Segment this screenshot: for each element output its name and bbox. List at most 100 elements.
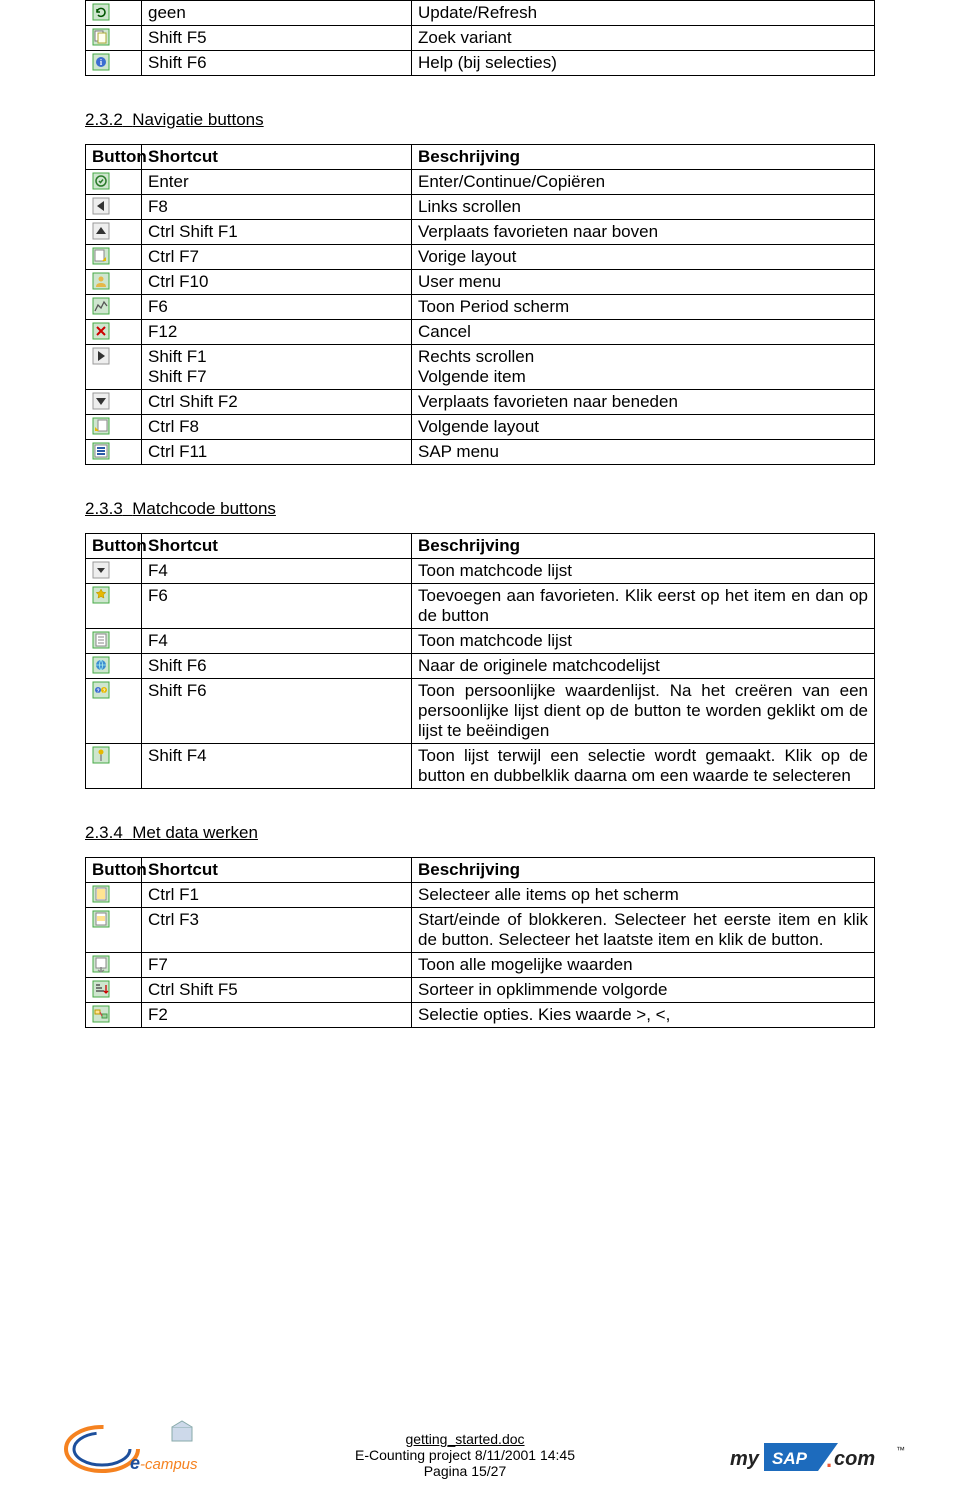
shortcut: F7 [142, 953, 412, 978]
col-desc: Beschrijving [412, 145, 875, 170]
add-fav-icon [92, 586, 110, 604]
col-button: Button [86, 145, 142, 170]
desc: Toon matchcode lijst [412, 629, 875, 654]
icon-cell [86, 559, 142, 584]
shortcut: Shift F4 [142, 744, 412, 789]
table-row: i Shift F6 Help (bij selecties) [86, 51, 875, 76]
col-button: Button [86, 534, 142, 559]
sel-opts-icon [92, 1005, 110, 1023]
up-icon [92, 222, 110, 240]
col-button: Button [86, 858, 142, 883]
table-row: F7 Toon alle mogelijke waarden [86, 953, 875, 978]
icon-cell [86, 270, 142, 295]
shortcut: Enter [142, 170, 412, 195]
table-row: F12 Cancel [86, 320, 875, 345]
refresh-icon [92, 3, 110, 21]
table-row: geen Update/Refresh [86, 1, 875, 26]
matchcode-buttons-table: Button Shortcut Beschrijving F4 Toon mat… [85, 533, 875, 789]
icon-cell [86, 195, 142, 220]
col-desc: Beschrijving [412, 534, 875, 559]
shortcut: Shift F6 [142, 654, 412, 679]
section-heading: 2.3.2 Navigatie buttons [85, 110, 875, 130]
table-row: F6 Toon Period scherm [86, 295, 875, 320]
col-desc: Beschrijving [412, 858, 875, 883]
next-layout-icon [92, 417, 110, 435]
footer-doc: getting_started.doc [355, 1431, 575, 1447]
icon-cell [86, 390, 142, 415]
block-icon [92, 910, 110, 928]
shortcut: F4 [142, 559, 412, 584]
table-row: F4 Toon matchcode lijst [86, 629, 875, 654]
table-row: Enter Enter/Continue/Copiëren [86, 170, 875, 195]
shortcut: Ctrl Shift F1 [142, 220, 412, 245]
desc: Help (bij selecties) [412, 51, 875, 76]
icon-cell [86, 744, 142, 789]
shortcut: geen [142, 1, 412, 26]
section-heading: 2.3.3 Matchcode buttons [85, 499, 875, 519]
svg-text:?: ? [96, 689, 99, 695]
icon-cell [86, 245, 142, 270]
table-header-row: Button Shortcut Beschrijving [86, 858, 875, 883]
footer-page: Pagina 15/27 [355, 1463, 575, 1479]
cancel-icon [92, 322, 110, 340]
shortcut: F12 [142, 320, 412, 345]
desc: Start/einde of blokkeren. Selecteer het … [412, 908, 875, 953]
icon-cell [86, 170, 142, 195]
shortcut: Shift F1 Shift F7 [142, 345, 412, 390]
table-row: F4 Toon matchcode lijst [86, 559, 875, 584]
table-row: Shift F6 Naar de originele matchcodelijs… [86, 654, 875, 679]
icon-cell: ?? [86, 679, 142, 744]
icon-cell [86, 908, 142, 953]
variant-icon [92, 28, 110, 46]
shortcut: F8 [142, 195, 412, 220]
icon-cell: i [86, 51, 142, 76]
list-icon [92, 631, 110, 649]
icon-cell [86, 1, 142, 26]
table-row: Ctrl F1 Selecteer alle items op het sche… [86, 883, 875, 908]
table-row: Ctrl Shift F5 Sorteer in opklimmende vol… [86, 978, 875, 1003]
svg-text:-campus: -campus [140, 1456, 198, 1473]
table-row: Ctrl Shift F1 Verplaats favorieten naar … [86, 220, 875, 245]
table-row: Ctrl F11 SAP menu [86, 440, 875, 465]
svg-text:my: my [730, 1448, 760, 1470]
table-row: F8 Links scrollen [86, 195, 875, 220]
icon-cell [86, 978, 142, 1003]
col-shortcut: Shortcut [142, 858, 412, 883]
section-number: 2.3.2 [85, 110, 123, 129]
table-row: Shift F5 Zoek variant [86, 26, 875, 51]
table-row: ?? Shift F6 Toon persoonlijke waardenlij… [86, 679, 875, 744]
section-title: Navigatie buttons [132, 110, 263, 129]
icon-cell [86, 883, 142, 908]
table-row: Shift F1 Shift F7 Rechts scrollen Volgen… [86, 345, 875, 390]
desc: Zoek variant [412, 26, 875, 51]
prev-layout-icon [92, 247, 110, 265]
table-header-row: Button Shortcut Beschrijving [86, 534, 875, 559]
shortcut: F4 [142, 629, 412, 654]
col-shortcut: Shortcut [142, 145, 412, 170]
select-all-icon [92, 885, 110, 903]
desc: Selecteer alle items op het scherm [412, 883, 875, 908]
sort-icon [92, 980, 110, 998]
data-working-table: Button Shortcut Beschrijving Ctrl F1 Sel… [85, 857, 875, 1028]
enter-icon [92, 172, 110, 190]
desc: Volgende layout [412, 415, 875, 440]
ecampus-logo: e -campus [60, 1419, 200, 1479]
icon-cell [86, 629, 142, 654]
sap-menu-icon [92, 442, 110, 460]
footer-project: E-Counting project 8/11/2001 14:45 [355, 1447, 575, 1463]
shortcut: Ctrl F7 [142, 245, 412, 270]
table-row: Ctrl Shift F2 Verplaats favorieten naar … [86, 390, 875, 415]
shortcut: F2 [142, 1003, 412, 1028]
left-icon [92, 197, 110, 215]
pin-icon [92, 746, 110, 764]
section-title: Matchcode buttons [132, 499, 276, 518]
svg-text:com: com [834, 1448, 875, 1470]
personal-icon: ?? [92, 681, 110, 699]
desc: SAP menu [412, 440, 875, 465]
table-row: Ctrl F10 User menu [86, 270, 875, 295]
shortcut: Ctrl F3 [142, 908, 412, 953]
table-row: F2 Selectie opties. Kies waarde >, <, [86, 1003, 875, 1028]
section-number: 2.3.4 [85, 823, 123, 842]
desc: Toon matchcode lijst [412, 559, 875, 584]
icon-cell [86, 26, 142, 51]
